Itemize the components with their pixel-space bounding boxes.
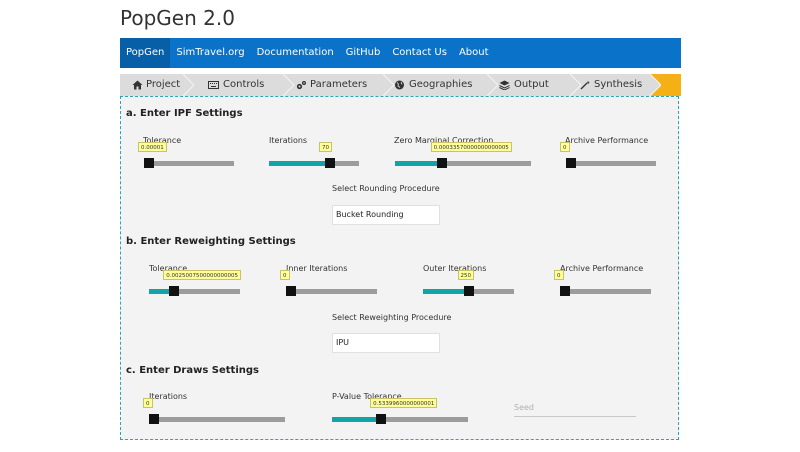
step-geographies-label: Geographies bbox=[409, 79, 473, 90]
rounding-procedure-select[interactable]: Bucket Rounding bbox=[332, 205, 440, 225]
slider-track[interactable] bbox=[286, 289, 377, 294]
rw-inner-iterations-label: Inner Iterations bbox=[286, 264, 348, 273]
slider-value-tooltip: 0 bbox=[560, 142, 570, 152]
step-synthesis-label: Synthesis bbox=[594, 79, 643, 90]
step-separator bbox=[570, 74, 581, 96]
slider-track[interactable] bbox=[566, 161, 656, 166]
slider-thumb[interactable] bbox=[463, 286, 474, 296]
globe-icon bbox=[395, 80, 404, 90]
nav-contact-us[interactable]: Contact Us bbox=[386, 38, 453, 68]
nav-simtravel[interactable]: SimTravel.org bbox=[170, 38, 250, 68]
step-project-label: Project bbox=[146, 79, 181, 90]
rounding-procedure-label: Select Rounding Procedure bbox=[332, 184, 440, 193]
step-separator bbox=[283, 74, 294, 96]
slider-fill bbox=[395, 161, 442, 166]
slider-thumb[interactable] bbox=[325, 158, 335, 168]
rw-archive-label: Archive Performance bbox=[560, 264, 644, 273]
slider-track[interactable] bbox=[144, 161, 234, 166]
step-list: Project Controls Parameters Geographies … bbox=[120, 74, 681, 96]
slider-thumb[interactable] bbox=[286, 286, 296, 296]
slider-value-tooltip: 0.0025007500000000005 bbox=[163, 270, 241, 280]
step-parameters-label: Parameters bbox=[310, 79, 368, 90]
slider-thumb[interactable] bbox=[376, 414, 387, 424]
step-parameters[interactable]: Parameters bbox=[283, 74, 394, 96]
slider-value-tooltip: 250 bbox=[457, 270, 474, 280]
nav-about[interactable]: About bbox=[453, 38, 495, 68]
top-navbar: PopGen SimTravel.org Documentation GitHu… bbox=[120, 38, 681, 68]
slider-track[interactable] bbox=[149, 417, 285, 422]
slider-thumb[interactable] bbox=[149, 414, 159, 424]
slider-fill bbox=[332, 417, 382, 422]
draws-iterations-label: Iterations bbox=[149, 392, 188, 401]
app-title: PopGen 2.0 bbox=[120, 6, 235, 30]
step-separator bbox=[383, 74, 394, 96]
reweighting-section-title: b. Enter Reweighting Settings bbox=[126, 236, 296, 247]
step-synthesis[interactable]: Synthesis bbox=[570, 74, 661, 96]
draws-section-title: c. Enter Draws Settings bbox=[126, 365, 259, 376]
step-separator bbox=[487, 74, 498, 96]
step-output-label: Output bbox=[514, 79, 549, 90]
slider-value-tooltip: 0.5339960000000001 bbox=[370, 398, 438, 408]
slider-thumb[interactable] bbox=[169, 286, 180, 296]
slider-track[interactable] bbox=[560, 289, 651, 294]
nav-github[interactable]: GitHub bbox=[340, 38, 387, 68]
nav-documentation[interactable]: Documentation bbox=[251, 38, 340, 68]
seed-input[interactable] bbox=[514, 398, 636, 417]
slider-thumb[interactable] bbox=[560, 286, 570, 296]
slider-thumb[interactable] bbox=[436, 158, 447, 168]
rw-outer-iterations-label: Outer Iterations bbox=[423, 264, 487, 273]
slider-value-tooltip: 0 bbox=[143, 398, 153, 408]
ipf-section-title: a. Enter IPF Settings bbox=[126, 108, 243, 119]
slider-fill bbox=[269, 161, 330, 166]
step-output[interactable]: Output bbox=[487, 74, 581, 96]
step-separator bbox=[183, 74, 194, 96]
slider-fill bbox=[423, 289, 469, 294]
reweighting-procedure-select[interactable]: IPU bbox=[332, 333, 440, 353]
step-controls-label: Controls bbox=[223, 79, 265, 90]
layers-icon bbox=[499, 80, 510, 90]
slider-value-tooltip: 70 bbox=[319, 142, 332, 152]
nav-popgen[interactable]: PopGen bbox=[120, 38, 171, 68]
slider-thumb[interactable] bbox=[144, 158, 154, 168]
step-controls[interactable]: Controls bbox=[183, 74, 294, 96]
gears-icon bbox=[296, 81, 306, 90]
slider-value-tooltip: 0 bbox=[280, 270, 290, 280]
ipf-archive-label: Archive Performance bbox=[565, 136, 649, 145]
reweighting-procedure-label: Select Reweighting Procedure bbox=[332, 313, 452, 322]
ipf-iterations-label: Iterations bbox=[269, 136, 308, 145]
step-breadcrumb-end-cap bbox=[661, 74, 681, 96]
step-separator bbox=[650, 74, 661, 96]
keyboard-icon bbox=[208, 81, 219, 89]
step-project[interactable]: Project bbox=[120, 74, 194, 96]
slider-value-tooltip: 0 bbox=[554, 270, 564, 280]
home-icon bbox=[132, 80, 143, 90]
slider-value-tooltip: 0.00001 bbox=[138, 142, 167, 152]
magic-wand-icon bbox=[580, 80, 590, 90]
slider-value-tooltip: 0.00033570000000000005 bbox=[430, 142, 512, 152]
slider-thumb[interactable] bbox=[566, 158, 576, 168]
step-geographies[interactable]: Geographies bbox=[383, 74, 498, 96]
